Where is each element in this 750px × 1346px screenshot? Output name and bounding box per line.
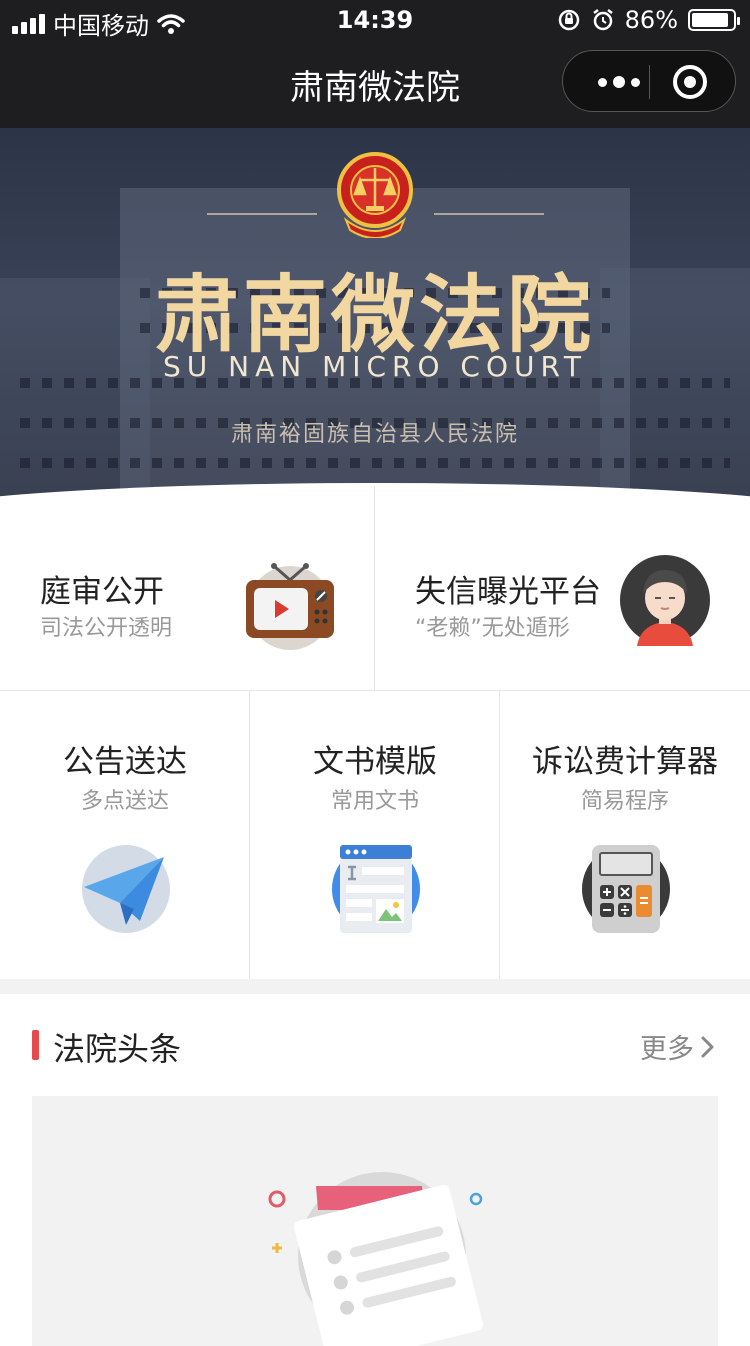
close-miniprogram-icon[interactable] bbox=[673, 65, 707, 99]
document-template-icon bbox=[332, 845, 420, 933]
tile-subtitle: 常用文书 bbox=[330, 789, 419, 814]
tile-dishonest-exposure[interactable]: 失信曝光平台 “老赖”无处遁形 bbox=[375, 486, 750, 691]
court-emblem-icon bbox=[337, 152, 413, 238]
tv-play-icon bbox=[246, 563, 334, 650]
more-link[interactable]: 更多 bbox=[640, 1027, 716, 1066]
rotation-lock-icon bbox=[558, 9, 579, 31]
tile-subtitle: 司法公开透明 bbox=[40, 616, 173, 641]
tile-announcement-delivery[interactable]: 公告送达 多点送达 bbox=[0, 691, 250, 979]
miniprogram-capsule bbox=[562, 50, 736, 112]
person-avatar-icon bbox=[620, 555, 710, 646]
battery-icon bbox=[688, 9, 740, 31]
court-name: 肃南裕固族自治县人民法院 bbox=[230, 422, 519, 447]
service-row-top: 庭审公开 司法公开透明 失信曝光平台 “老赖”无处遁形 bbox=[0, 486, 750, 691]
battery-percent: 86% bbox=[624, 6, 678, 34]
more-label: 更多 bbox=[640, 1034, 694, 1065]
court-banner: 肃南微法院 SU NAN MICRO COURT 肃南裕固族自治县人民法院 bbox=[0, 128, 750, 518]
section-accent-bar bbox=[32, 1030, 39, 1060]
tile-fee-calculator[interactable]: 诉讼费计算器 简易程序 bbox=[500, 691, 750, 979]
alarm-icon bbox=[592, 9, 613, 31]
tile-title: 文书模版 bbox=[313, 744, 437, 780]
section-gap bbox=[0, 979, 750, 994]
more-menu-icon[interactable] bbox=[587, 69, 651, 95]
tile-subtitle: 简易程序 bbox=[580, 789, 669, 814]
tile-subtitle: 多点送达 bbox=[80, 789, 169, 814]
chevron-right-icon bbox=[701, 1036, 714, 1057]
status-bar: 中国移动 14:39 86% bbox=[0, 0, 750, 40]
paper-plane-icon bbox=[82, 845, 170, 933]
nav-bar: 肃南微法院 bbox=[0, 40, 750, 128]
empty-news-illustration-icon bbox=[268, 1172, 484, 1346]
banner-subtitle: SU NAN MICRO COURT bbox=[162, 350, 588, 383]
tile-trial-live[interactable]: 庭审公开 司法公开透明 bbox=[0, 486, 374, 691]
tile-title: 庭审公开 bbox=[40, 574, 164, 610]
service-row-bottom: 公告送达 多点送达 文书模版 常用文书 诉讼费计算器 简易程序 bbox=[0, 691, 750, 979]
tile-document-templates[interactable]: 文书模版 常用文书 bbox=[250, 691, 500, 979]
decorative-line-left bbox=[207, 213, 317, 215]
tile-title: 失信曝光平台 bbox=[415, 574, 601, 610]
calculator-icon bbox=[582, 845, 670, 933]
news-section-title: 法院头条 bbox=[53, 1030, 182, 1068]
news-placeholder-card[interactable] bbox=[32, 1096, 718, 1346]
tile-title: 公告送达 bbox=[63, 744, 187, 780]
tile-title: 诉讼费计算器 bbox=[532, 744, 718, 780]
status-right: 86% bbox=[557, 6, 740, 34]
capsule-divider bbox=[649, 65, 650, 99]
decorative-line-right bbox=[434, 213, 544, 215]
tile-subtitle: “老赖”无处遁形 bbox=[415, 616, 570, 641]
